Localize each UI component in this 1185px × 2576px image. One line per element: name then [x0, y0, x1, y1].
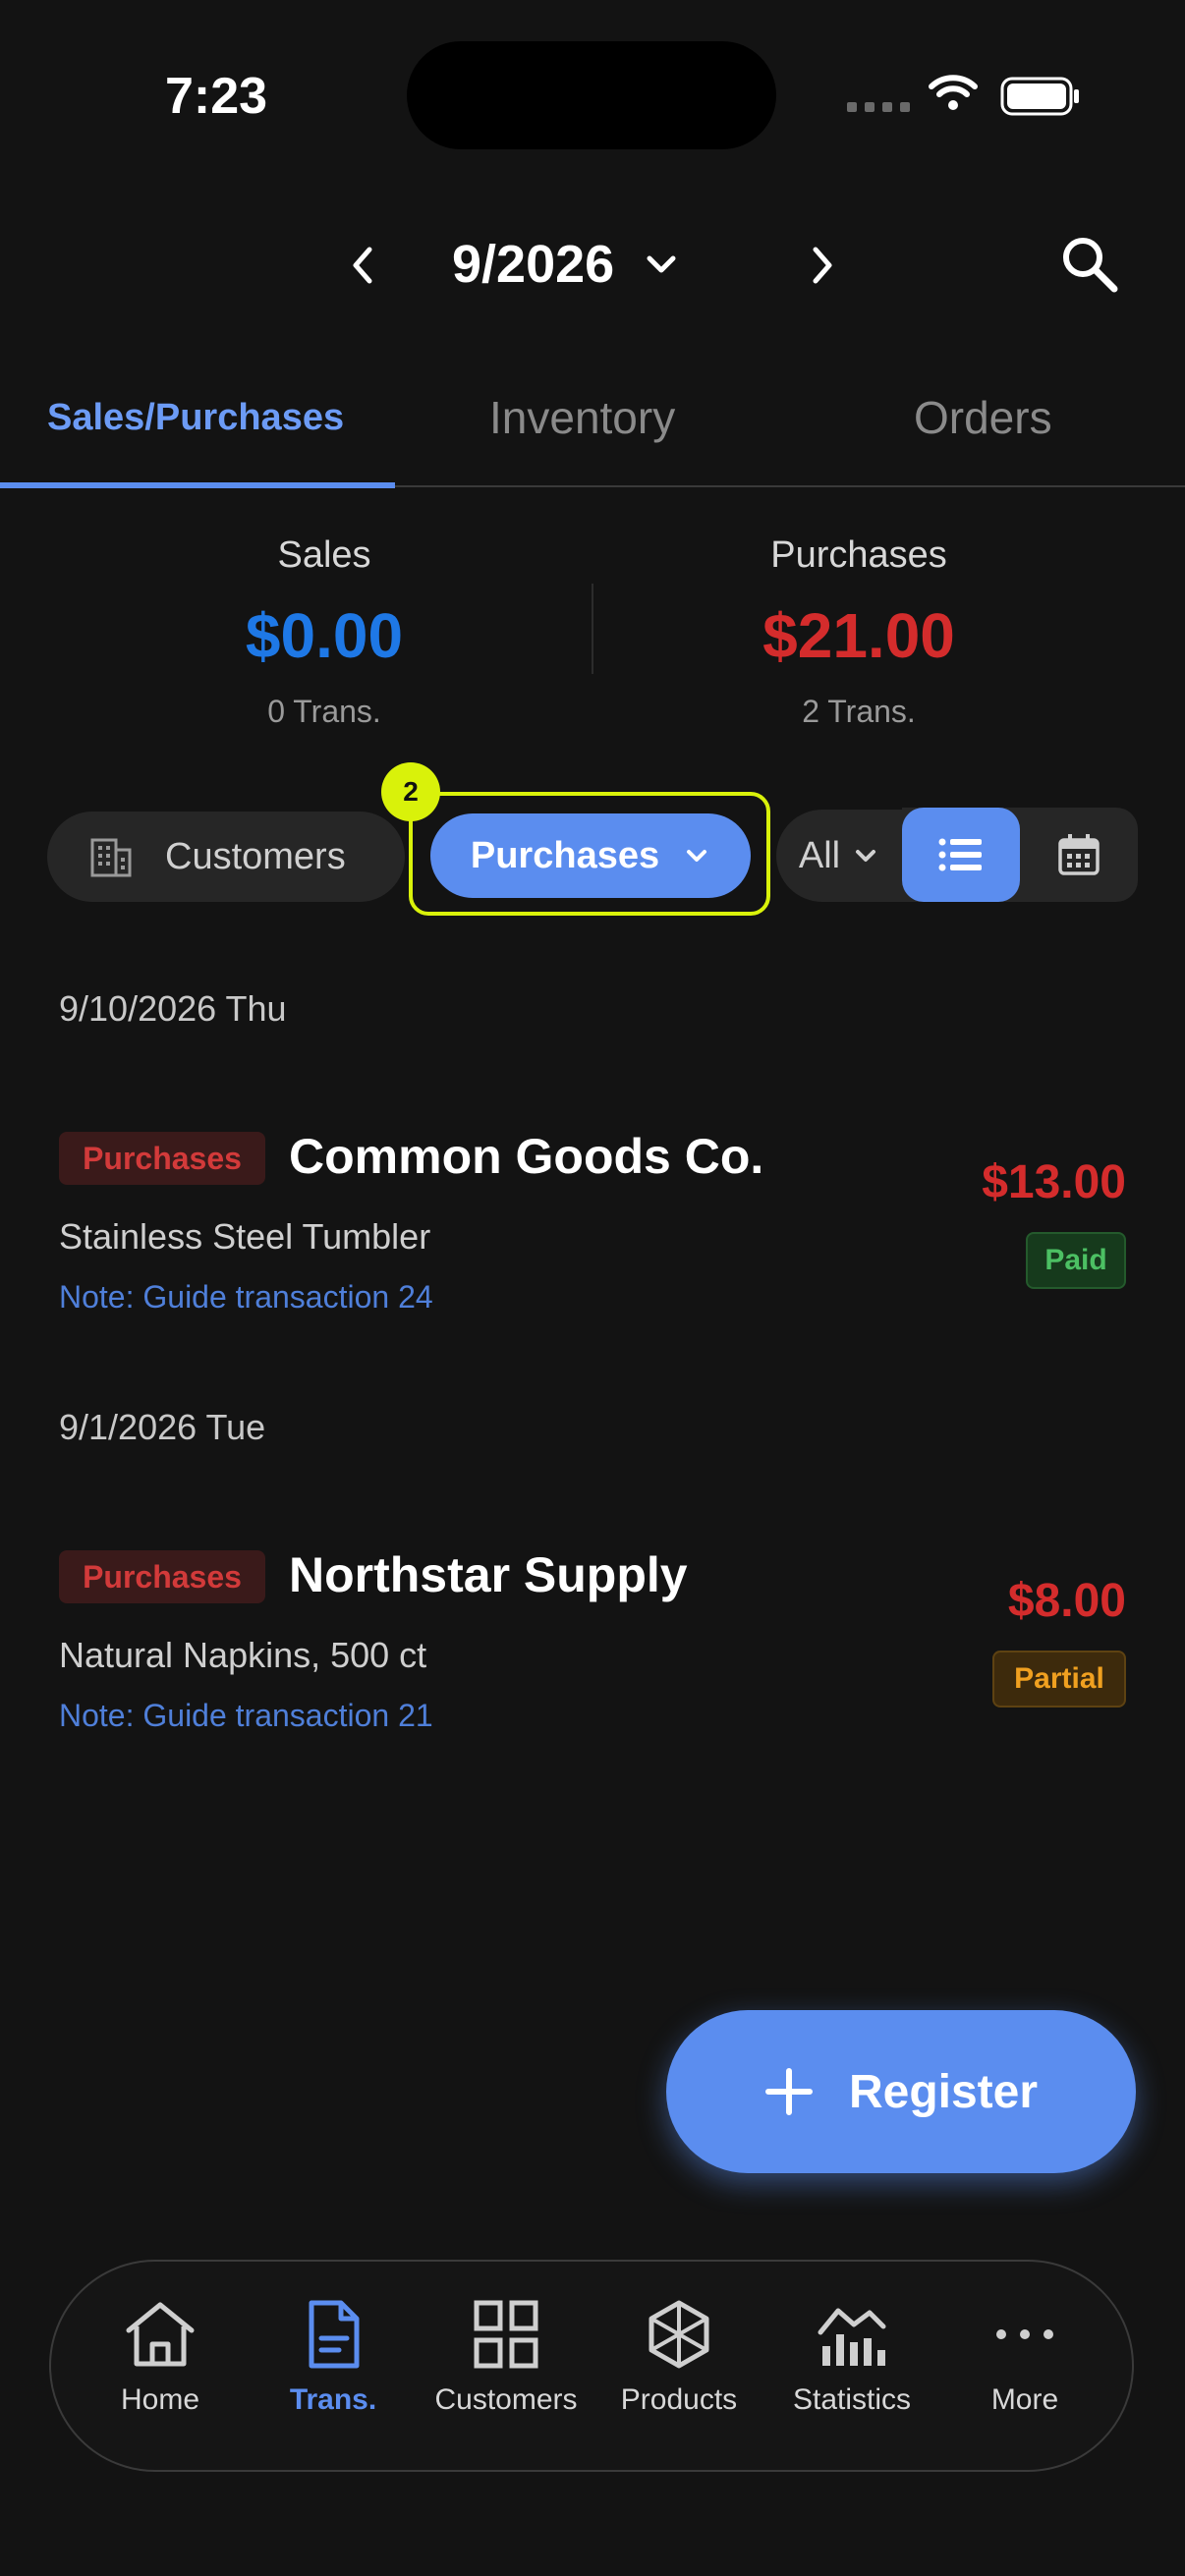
nav-label: More: [990, 2383, 1059, 2416]
purchases-count: 2 Trans.: [802, 694, 916, 729]
wifi-icon: [928, 73, 979, 112]
transaction-type-badge: Purchases: [59, 1132, 265, 1185]
date-header: 9/10/2026 Thu: [59, 988, 287, 1029]
transaction-item: Stainless Steel Tumbler: [59, 1216, 431, 1257]
list-view-button[interactable]: [902, 808, 1020, 902]
date-header: 9/1/2026 Tue: [59, 1407, 266, 1447]
month-label: 9/2026: [452, 235, 615, 294]
battery-icon: [1000, 77, 1081, 116]
tab-orders[interactable]: Orders: [914, 391, 1052, 444]
chevron-right-icon: [813, 247, 832, 284]
sales-count: 0 Trans.: [267, 694, 381, 729]
status-filter-label: All: [798, 834, 841, 876]
customers-filter-label: Customers: [165, 835, 346, 877]
chevron-left-icon: [353, 247, 372, 284]
purchases-amount: $21.00: [762, 600, 955, 671]
payment-status-badge: Paid: [1026, 1232, 1126, 1289]
chevron-down-icon: [647, 255, 676, 273]
home-icon: [126, 2302, 195, 2367]
previous-month-button[interactable]: [340, 242, 387, 289]
list-icon: [938, 838, 982, 871]
transaction-amount: $8.00: [1007, 1575, 1126, 1627]
tab-active-indicator: [0, 482, 395, 488]
summary-divider: [592, 584, 593, 674]
building-icon: [90, 838, 132, 877]
transaction-note: Note: Guide transaction 21: [59, 1698, 433, 1733]
transaction-type-badge: Purchases: [59, 1550, 265, 1603]
focus-step-badge: 2: [381, 762, 440, 821]
transaction-party-name: Northstar Supply: [289, 1547, 688, 1602]
sales-amount: $0.00: [245, 600, 404, 671]
more-icon: [996, 2329, 1053, 2339]
tab-inventory[interactable]: Inventory: [489, 391, 675, 444]
calendar-icon: [1058, 834, 1100, 875]
next-month-button[interactable]: [798, 242, 845, 289]
nav-item-more[interactable]: More: [941, 2299, 1108, 2417]
nav-item-home[interactable]: Home: [77, 2299, 244, 2417]
month-selector[interactable]: 9/2026: [452, 234, 681, 295]
transaction-amount: $13.00: [982, 1156, 1126, 1208]
status-filter-dropdown[interactable]: All: [776, 810, 902, 902]
status-time: 7:23: [165, 68, 268, 125]
document-icon: [309, 2300, 360, 2369]
transaction-type-label: Purchases: [470, 834, 660, 876]
nav-label: Home: [120, 2383, 200, 2416]
box-icon: [649, 2300, 709, 2369]
grid-icon: [474, 2300, 538, 2369]
nav-item-transactions[interactable]: Trans.: [250, 2299, 417, 2417]
cellular-signal-icon: [847, 102, 910, 112]
dynamic-island: [407, 41, 776, 149]
plus-icon: [764, 2068, 813, 2115]
nav-label: Products: [620, 2383, 738, 2416]
transaction-note: Note: Guide transaction 24: [59, 1279, 433, 1315]
sales-label: Sales: [277, 534, 371, 576]
search-button[interactable]: [1059, 234, 1120, 295]
nav-label: Trans.: [289, 2383, 377, 2416]
calendar-view-button[interactable]: [1020, 808, 1138, 902]
customers-filter-chip[interactable]: Customers: [47, 812, 405, 902]
transaction-party-name: Common Goods Co.: [289, 1129, 764, 1184]
search-icon: [1063, 238, 1118, 293]
nav-item-customers[interactable]: Customers: [423, 2299, 590, 2417]
nav-label: Customers: [434, 2383, 578, 2416]
chevron-down-icon: [856, 850, 876, 862]
nav-item-statistics[interactable]: Statistics: [768, 2299, 935, 2417]
transaction-item: Natural Napkins, 500 ct: [59, 1635, 427, 1675]
transaction-type-dropdown[interactable]: Purchases: [430, 813, 751, 898]
nav-label: Statistics: [792, 2383, 912, 2416]
nav-item-products[interactable]: Products: [595, 2299, 762, 2417]
register-button[interactable]: Register: [666, 2010, 1136, 2173]
purchases-label: Purchases: [770, 534, 947, 576]
payment-status-badge: Partial: [992, 1651, 1126, 1708]
chart-icon: [818, 2308, 886, 2366]
tab-sales-purchases[interactable]: Sales/Purchases: [47, 397, 344, 439]
register-label: Register: [848, 2065, 1039, 2118]
chevron-down-icon: [687, 850, 707, 862]
